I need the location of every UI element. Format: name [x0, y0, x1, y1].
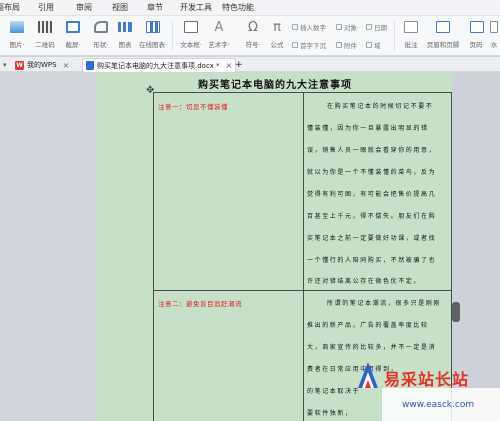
document-file-icon — [86, 61, 94, 70]
menu-tab-references[interactable]: 引用 — [38, 3, 54, 13]
watermark-logo-icon — [358, 362, 378, 388]
table-border-top — [153, 92, 451, 93]
note-body-line: 就以为你是一个不懂装懂的菜鸟，反为 — [307, 169, 437, 176]
chart-icon — [118, 19, 132, 35]
note-body-line: 所谓的笔记本潮流，很多只是刚刚 — [327, 300, 442, 307]
ribbon-toolbar: 图片· 二维码 截屏· 形状· 图表 在线图表· 文本框· A 艺术字· Ω 符… — [0, 16, 500, 56]
table-row-divider — [153, 290, 451, 291]
menu-tab-review[interactable]: 审阅 — [76, 3, 92, 13]
date-icon — [366, 24, 372, 30]
note-heading: 注意二：避免盲目追赶潮流 — [158, 300, 242, 308]
insert-number-icon — [292, 24, 298, 30]
note-body-line: 推出的新产品，广告的覆盖率度比较 — [307, 322, 429, 329]
chevron-down-icon: ▾ — [3, 61, 7, 69]
online-chart-button[interactable]: 在线图表· — [139, 19, 167, 53]
drop-cap-label: 首字下沉 — [300, 42, 326, 50]
note-body-line: 觉得有利可图，有可能会把售价提高几 — [307, 191, 437, 198]
page-number-icon — [470, 19, 484, 35]
note-body-line: 一个懂行的人陪同购买，不然被骗了也 — [307, 257, 437, 264]
picture-icon — [10, 19, 24, 35]
page-number-button[interactable]: 页码· — [464, 19, 490, 53]
screenshot-icon — [66, 19, 80, 35]
table-border-left — [153, 92, 154, 421]
formula-button[interactable]: π 公式 — [264, 19, 290, 53]
tab-my-wps-label: 我的WPS — [27, 61, 57, 69]
document-title: 购买笔记本电脑的九大注意事项 — [198, 80, 352, 91]
attachment-icon — [336, 42, 342, 48]
shapes-icon — [94, 19, 108, 35]
field-button[interactable]: 域 — [366, 40, 381, 50]
date-label: 日期 — [374, 24, 387, 32]
wordart-button-label: 艺术字· — [208, 41, 230, 49]
note-body-line: 要软件独新， — [307, 410, 353, 417]
comment-icon — [404, 19, 418, 35]
watermark-text: 易采站长站 — [384, 370, 470, 389]
plus-icon: + — [235, 60, 243, 70]
object-label: 对象· — [344, 24, 360, 32]
field-label: 域 — [374, 42, 381, 50]
date-button[interactable]: 日期 — [366, 22, 387, 32]
comment-button[interactable]: 批注 — [398, 19, 424, 53]
qrcode-icon — [38, 19, 52, 35]
insert-number-button[interactable]: 插入数字 — [292, 22, 326, 32]
tab-document[interactable]: 购买笔记本电脑的九大注意事项.docx * × — [82, 58, 237, 72]
left-gutter — [0, 73, 96, 421]
table-move-handle-icon[interactable]: ✥ — [146, 86, 156, 96]
note-body-line: 百甚至上千元，得不偿失。朋友们在购 — [307, 213, 437, 220]
tab-my-wps[interactable]: W 我的WPS × — [12, 58, 72, 72]
formula-button-label: 公式 — [270, 41, 284, 49]
menu-tab-view[interactable]: 视图 — [112, 3, 128, 13]
drop-cap-icon — [292, 42, 298, 48]
menu-bar: 页面布局 引用 审阅 视图 章节 开发工具 特色功能 — [0, 0, 500, 16]
close-icon[interactable]: × — [63, 61, 70, 70]
field-icon — [366, 42, 372, 48]
symbol-icon: Ω — [248, 19, 258, 35]
note-body-line: 的笔记本取决于 — [307, 388, 361, 395]
sidebar-toggle[interactable]: ▾ — [0, 58, 10, 72]
note-body-line: 许还对错结离公存在微色优不定。 — [307, 278, 422, 285]
wps-logo-icon: W — [15, 60, 24, 70]
scrollbar-handle[interactable] — [452, 302, 460, 322]
note-body-line: 在购买笔记本的时候切记不要不 — [327, 103, 434, 110]
object-icon — [336, 24, 342, 30]
attachment-label: 附件 — [344, 42, 357, 50]
header-footer-button[interactable]: 页眉和页脚 — [427, 19, 459, 53]
watermark-button-label: 水 — [490, 41, 498, 49]
note-body-line: 大，商家宣传的比较多，并不一定是消 — [307, 344, 437, 351]
drop-cap-button[interactable]: 首字下沉 — [292, 40, 326, 50]
site-watermark: 易采站长站 www.easck.com — [356, 360, 500, 421]
object-button[interactable]: 对象· — [336, 22, 359, 32]
wordart-icon: A — [214, 19, 224, 35]
wordart-button[interactable]: A 艺术字· — [206, 19, 232, 53]
menu-tab-page-layout[interactable]: 页面布局 — [0, 3, 20, 13]
online-chart-button-label: 在线图表· — [138, 41, 168, 49]
online-chart-icon — [146, 19, 160, 35]
note-body-line: 懂装懂，因为你一旦暴露出明显的错 — [307, 125, 429, 132]
watermark-icon — [490, 19, 498, 35]
menu-tab-section[interactable]: 章节 — [147, 3, 163, 13]
table-column-divider — [303, 92, 304, 421]
document-tab-bar: ▾ W 我的WPS × 购买笔记本电脑的九大注意事项.docx * × + — [0, 57, 500, 72]
insert-number-label: 插入数字 — [300, 24, 326, 32]
textbox-icon — [184, 19, 198, 35]
new-tab-button[interactable]: + — [232, 58, 246, 72]
formula-icon: π — [273, 19, 281, 35]
watermark-button[interactable]: 水 — [488, 19, 500, 53]
note-body-line: 误，销售人员一眼就会看穿你的用意， — [307, 147, 437, 154]
note-heading: 注意一：切忌不懂装懂 — [158, 103, 228, 111]
note-body-line: 买笔记本之前一定要做好功课，或者找 — [307, 235, 437, 242]
header-footer-button-label: 页眉和页脚 — [426, 41, 460, 49]
menu-tab-developer[interactable]: 开发工具 — [180, 3, 212, 13]
header-footer-icon — [436, 19, 450, 35]
tab-document-label: 购买笔记本电脑的九大注意事项.docx * — [97, 61, 220, 70]
menu-tab-special[interactable]: 特色功能 — [222, 3, 254, 13]
attachment-button[interactable]: 附件 — [336, 40, 357, 50]
watermark-url: www.easck.com — [402, 400, 475, 410]
